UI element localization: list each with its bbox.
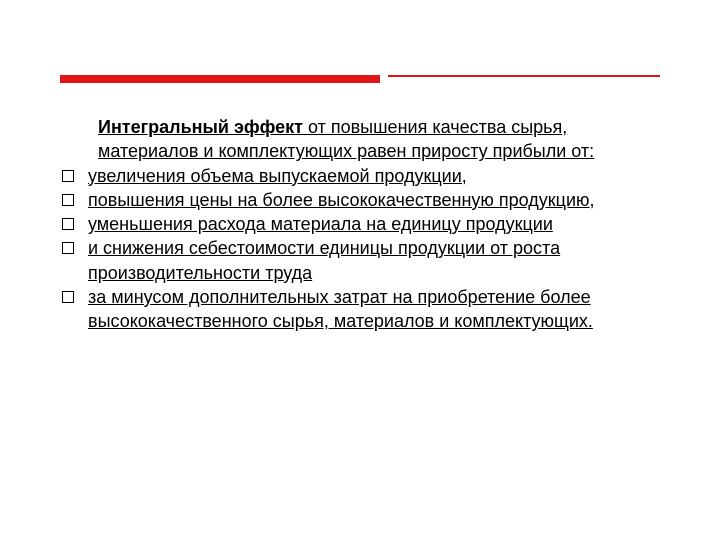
bullet-text: повышения цены на более высококачественн… [88, 188, 662, 212]
bullet-text: увеличения объема выпускаемой продукции, [88, 164, 662, 188]
list-item: за минусом дополнительных затрат на прио… [62, 285, 662, 334]
checkbox-icon [62, 194, 74, 206]
top-rule [60, 75, 660, 83]
bullet-list: увеличения объема выпускаемой продукции,… [62, 164, 662, 334]
list-item: увеличения объема выпускаемой продукции, [62, 164, 662, 188]
intro-paragraph: Интегральный эффект от повышения качеств… [98, 115, 662, 164]
intro-bold: Интегральный эффект [98, 117, 303, 137]
checkbox-icon [62, 242, 74, 254]
bullet-text: и снижения себестоимости единицы продукц… [88, 236, 662, 285]
list-item: уменьшения расхода материала на единицу … [62, 212, 662, 236]
rule-thin [388, 75, 660, 77]
list-item: повышения цены на более высококачественн… [62, 188, 662, 212]
bullet-text: за минусом дополнительных затрат на прио… [88, 285, 662, 334]
checkbox-icon [62, 170, 74, 182]
slide-content: Интегральный эффект от повышения качеств… [62, 115, 662, 334]
rule-thick [60, 75, 380, 83]
checkbox-icon [62, 218, 74, 230]
list-item: и снижения себестоимости единицы продукц… [62, 236, 662, 285]
rule-gap [380, 75, 388, 83]
bullet-text: уменьшения расхода материала на единицу … [88, 212, 662, 236]
checkbox-icon [62, 291, 74, 303]
